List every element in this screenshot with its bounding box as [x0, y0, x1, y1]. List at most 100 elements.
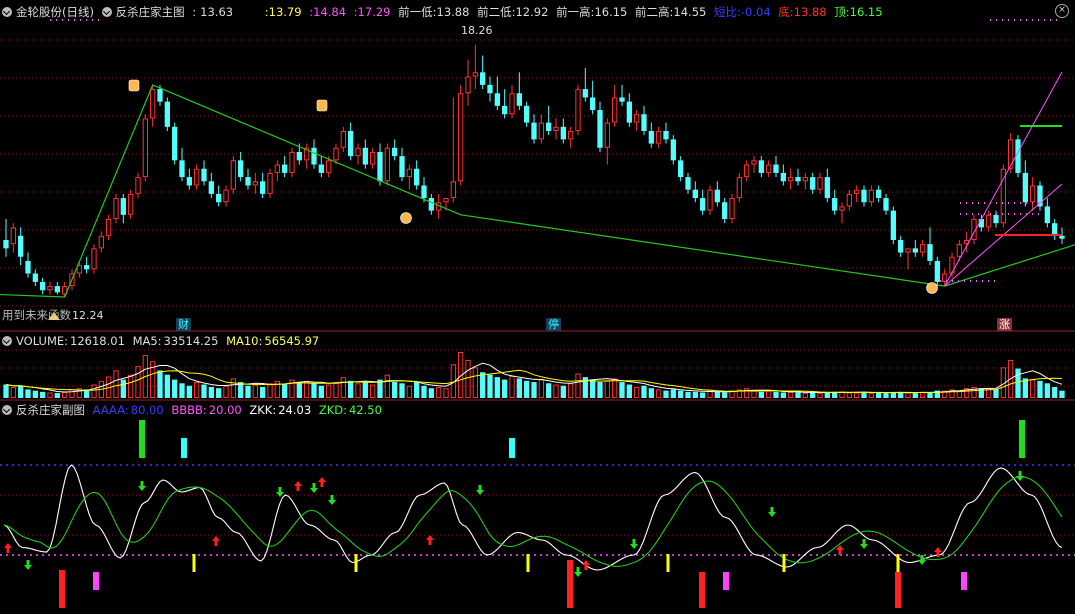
aaaa-value: 80.00 — [130, 403, 164, 417]
candle — [905, 248, 911, 270]
candle-body — [714, 189, 720, 203]
candle-body — [274, 164, 280, 173]
candle — [509, 84, 515, 119]
candle-body — [546, 122, 552, 131]
ma10-label: MA10: — [226, 334, 263, 348]
volume-bar — [612, 378, 618, 398]
volume-menu-icon[interactable] — [2, 336, 12, 346]
close-icon[interactable]: × — [1055, 4, 1069, 18]
volume-bar — [604, 380, 610, 398]
value-3: :17.29 — [353, 5, 391, 19]
volume-bar — [663, 390, 669, 398]
volume-bar — [509, 375, 515, 399]
candle — [898, 235, 904, 257]
finance-mark[interactable]: 财 — [176, 318, 191, 331]
settings-icon[interactable] — [2, 7, 12, 17]
candle — [128, 189, 134, 220]
candle — [289, 147, 295, 178]
candle-body — [582, 89, 588, 98]
candle — [553, 118, 559, 140]
volume-bar — [560, 385, 566, 398]
ma10-value: 56545.97 — [264, 334, 320, 348]
indicator-menu-icon[interactable] — [101, 7, 112, 17]
candle-body — [355, 147, 361, 157]
candle-body — [890, 210, 896, 240]
volume-bar — [172, 379, 178, 398]
volume-bar — [32, 390, 38, 398]
signal-bar — [1019, 420, 1025, 458]
volume-bar — [414, 382, 420, 398]
volume-bar — [758, 391, 764, 398]
up-arrow-icon — [212, 536, 220, 546]
indicator-name[interactable]: 反杀庄家主图 — [116, 5, 185, 19]
zkk-value: 24.03 — [278, 403, 312, 417]
prev-low2-value: 12.92 — [515, 5, 549, 19]
candle-body — [406, 168, 412, 178]
candle-body — [296, 151, 302, 161]
candle — [883, 193, 889, 215]
candle-body — [311, 147, 317, 165]
volume-bar — [157, 370, 163, 398]
volume-bar — [3, 384, 9, 398]
candle — [934, 256, 940, 287]
sub-title[interactable]: 反杀庄家副图 — [16, 403, 85, 417]
down-arrow-icon — [768, 507, 776, 517]
candle — [546, 105, 552, 136]
volume-bar — [795, 392, 801, 398]
candle — [318, 156, 324, 178]
volume-bar — [546, 383, 552, 398]
candle — [355, 143, 361, 165]
sub-menu-icon[interactable] — [2, 405, 12, 415]
candle — [260, 172, 266, 199]
candle — [788, 168, 794, 190]
ma5-value: 33514.25 — [163, 334, 219, 348]
suspend-mark[interactable]: 停 — [546, 318, 561, 331]
candle-body — [993, 214, 999, 224]
candle-body — [700, 198, 706, 211]
candle — [590, 80, 596, 115]
volume-bar — [692, 391, 698, 398]
volume-bar — [164, 374, 170, 398]
candle-body — [47, 286, 53, 291]
candle — [179, 147, 185, 182]
candle-body — [670, 139, 676, 161]
volume-bar — [296, 382, 302, 398]
candle-body — [399, 156, 405, 178]
candle-body — [384, 147, 390, 182]
candle-body — [663, 130, 669, 140]
volume-bar — [553, 384, 559, 398]
top-label: 顶: — [834, 5, 850, 19]
candle — [692, 181, 698, 203]
candle-body — [318, 164, 324, 173]
chart-canvas[interactable] — [0, 0, 1075, 614]
volume-bar — [40, 391, 46, 398]
limit-up-mark[interactable]: 涨 — [997, 318, 1012, 331]
candle-body — [333, 147, 339, 161]
volume-bar — [333, 382, 339, 399]
volume-bar — [399, 383, 405, 398]
candle — [700, 189, 706, 215]
volume-bar — [868, 393, 874, 398]
volume-bar — [465, 359, 471, 398]
candle-body — [575, 89, 581, 131]
volume-bar — [766, 390, 772, 399]
bbbb-value: 20.00 — [208, 403, 242, 417]
candle — [201, 160, 207, 186]
volume-bar — [179, 383, 185, 398]
candle — [626, 93, 632, 127]
candle — [414, 160, 420, 190]
trend-line — [0, 84, 1075, 298]
candle — [927, 227, 933, 266]
candle — [3, 219, 9, 257]
zkk-label: ZKK: — [249, 403, 277, 417]
down-arrow-icon — [24, 560, 32, 570]
candle-body — [553, 126, 559, 131]
signal-bar — [666, 554, 670, 572]
volume-bar — [252, 384, 258, 398]
volume-bar — [670, 389, 676, 398]
candle — [384, 143, 390, 186]
candle — [722, 198, 728, 224]
candle — [802, 172, 808, 190]
candle — [392, 139, 398, 161]
signal-bar — [59, 570, 65, 608]
